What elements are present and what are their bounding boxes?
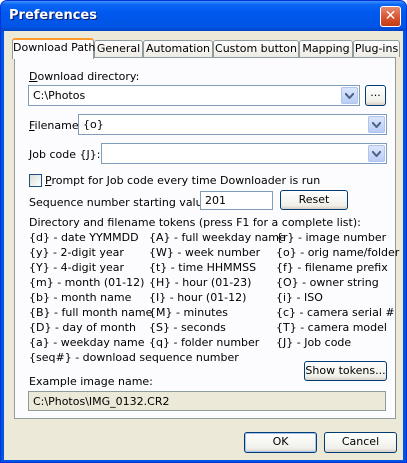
tab-plug-ins[interactable]: Plug-ins: [353, 40, 400, 57]
chevron-down-icon: [372, 151, 381, 157]
token-item: {i} - ISO: [276, 291, 323, 304]
token-item: {B} - full month name: [29, 306, 153, 319]
download-directory-label: Download directory:: [29, 70, 140, 83]
title-bar[interactable]: Preferences ✕: [1, 1, 406, 31]
tab-automation[interactable]: Automation: [143, 40, 213, 57]
prompt-job-code-checkbox[interactable]: [29, 174, 42, 187]
token-item: {y} - 2-digit year: [29, 246, 124, 259]
token-item: {f} - filename prefix: [276, 261, 388, 274]
download-directory-combo[interactable]: C:\Photos: [28, 85, 360, 106]
token-item: {o} - orig name/folder: [276, 246, 400, 259]
preferences-window: Preferences ✕ Download Path General Auto…: [0, 0, 407, 463]
token-item: {A} - full weekday name: [149, 231, 286, 244]
token-item: {W} - week number: [149, 246, 261, 259]
token-item: {M} - minutes: [149, 306, 228, 319]
download-directory-dropdown-button[interactable]: [341, 87, 358, 104]
tab-custom-button[interactable]: Custom button: [213, 40, 299, 57]
reset-button[interactable]: Reset: [280, 190, 348, 210]
dialog-client: Download Path General Automation Custom …: [4, 31, 403, 460]
filename-value: {o}: [83, 118, 104, 131]
example-image-name-value: C:\Photos\IMG_0132.CR2: [33, 395, 170, 408]
sequence-number-value: 201: [205, 194, 226, 207]
example-image-name-label: Example image name:: [29, 375, 153, 388]
job-code-combo[interactable]: [101, 143, 387, 164]
ok-button[interactable]: OK: [244, 432, 317, 453]
token-item: {q} - folder number: [149, 336, 260, 349]
cancel-button[interactable]: Cancel: [324, 432, 397, 453]
download-directory-value: C:\Photos: [33, 89, 86, 102]
example-image-name-field: C:\Photos\IMG_0132.CR2: [28, 391, 386, 411]
tokens-heading: Directory and filename tokens (press F1 …: [29, 216, 361, 229]
close-button[interactable]: ✕: [380, 6, 401, 27]
token-item: {S} - seconds: [149, 321, 226, 334]
token-item: {t} - time HHMMSS: [149, 261, 257, 274]
token-item: {I} - hour (01-12): [149, 291, 247, 304]
sequence-number-input[interactable]: 201: [200, 191, 273, 210]
token-item: {H} - hour (01-23): [149, 276, 252, 289]
chevron-down-icon: [345, 93, 354, 99]
download-path-panel: Download directory: C:\Photos ... Filena…: [14, 57, 400, 419]
token-item: {m} - month (01-12): [29, 276, 145, 289]
chevron-down-icon: [372, 122, 381, 128]
token-item: {Y} - 4-digit year: [29, 261, 125, 274]
close-icon: ✕: [384, 8, 397, 24]
job-code-dropdown-button[interactable]: [368, 145, 385, 162]
token-item: {D} - day of month: [29, 321, 136, 334]
tab-mapping[interactable]: Mapping: [299, 40, 353, 57]
token-item: {J} - Job code: [276, 336, 352, 349]
sequence-number-label: Sequence number starting value:: [29, 196, 214, 209]
window-title: Preferences: [9, 8, 97, 23]
tab-download-path[interactable]: Download Path: [12, 38, 95, 59]
token-item: {b} - month name: [29, 291, 132, 304]
token-item: {d} - date YYMMDD: [29, 231, 139, 244]
token-item: {O} - owner string: [276, 276, 379, 289]
browse-button[interactable]: ...: [365, 85, 386, 106]
show-tokens-button[interactable]: Show tokens...: [304, 361, 387, 381]
token-item: {seq#} - download sequence number: [29, 351, 239, 364]
tab-general[interactable]: General: [94, 40, 143, 57]
filename-dropdown-button[interactable]: [368, 116, 385, 133]
job-code-label: Job code {J}:: [29, 148, 101, 161]
filename-combo[interactable]: {o}: [78, 114, 387, 135]
prompt-job-code-label[interactable]: Prompt for Job code every time Downloade…: [45, 174, 320, 187]
token-item: {c} - camera serial #: [276, 306, 395, 319]
token-item: {a} - weekday name: [29, 336, 145, 349]
token-item: {T} - camera model: [276, 321, 387, 334]
token-item: {r} - image number: [276, 231, 387, 244]
filename-label: Filename:: [29, 119, 83, 132]
